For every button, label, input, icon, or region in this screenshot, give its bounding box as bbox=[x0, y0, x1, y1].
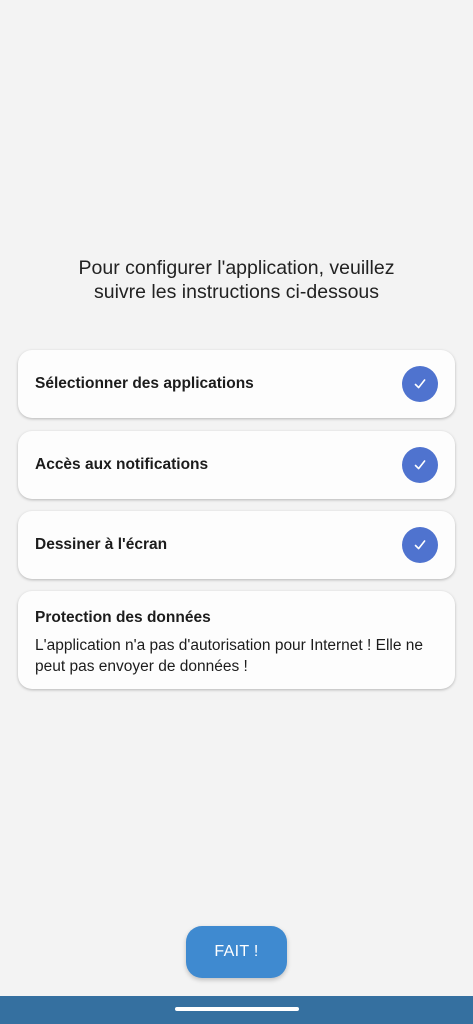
privacy-card: Protection des données L'application n'a… bbox=[18, 591, 455, 689]
intro-line-1: Pour configurer l'application, veuillez bbox=[78, 257, 395, 279]
setup-instructions: Pour configurer l'application, veuillez … bbox=[40, 256, 433, 304]
step-select-apps[interactable]: Sélectionner des applications bbox=[18, 350, 455, 418]
step-draw-over-screen[interactable]: Dessiner à l'écran bbox=[18, 511, 455, 579]
check-icon bbox=[402, 366, 438, 402]
privacy-title: Protection des données bbox=[35, 609, 211, 626]
step-label: Dessiner à l'écran bbox=[35, 536, 168, 553]
system-navigation-bar bbox=[0, 996, 473, 1024]
setup-screen: Pour configurer l'application, veuillez … bbox=[0, 0, 473, 1024]
step-label: Accès aux notifications bbox=[35, 456, 209, 473]
check-icon bbox=[402, 527, 438, 563]
done-button[interactable]: FAIT ! bbox=[186, 926, 287, 978]
check-icon bbox=[402, 447, 438, 483]
home-indicator[interactable] bbox=[175, 1007, 299, 1011]
intro-line-2: suivre les instructions ci-dessous bbox=[93, 281, 380, 303]
step-label: Sélectionner des applications bbox=[35, 375, 254, 392]
privacy-body-line-1: L'application n'a pas d'autorisation pou… bbox=[35, 637, 424, 654]
privacy-body-line-2: peut pas envoyer de données ! bbox=[35, 658, 248, 675]
step-notification-access[interactable]: Accès aux notifications bbox=[18, 431, 455, 499]
privacy-body: L'application n'a pas d'autorisation pou… bbox=[35, 635, 438, 677]
